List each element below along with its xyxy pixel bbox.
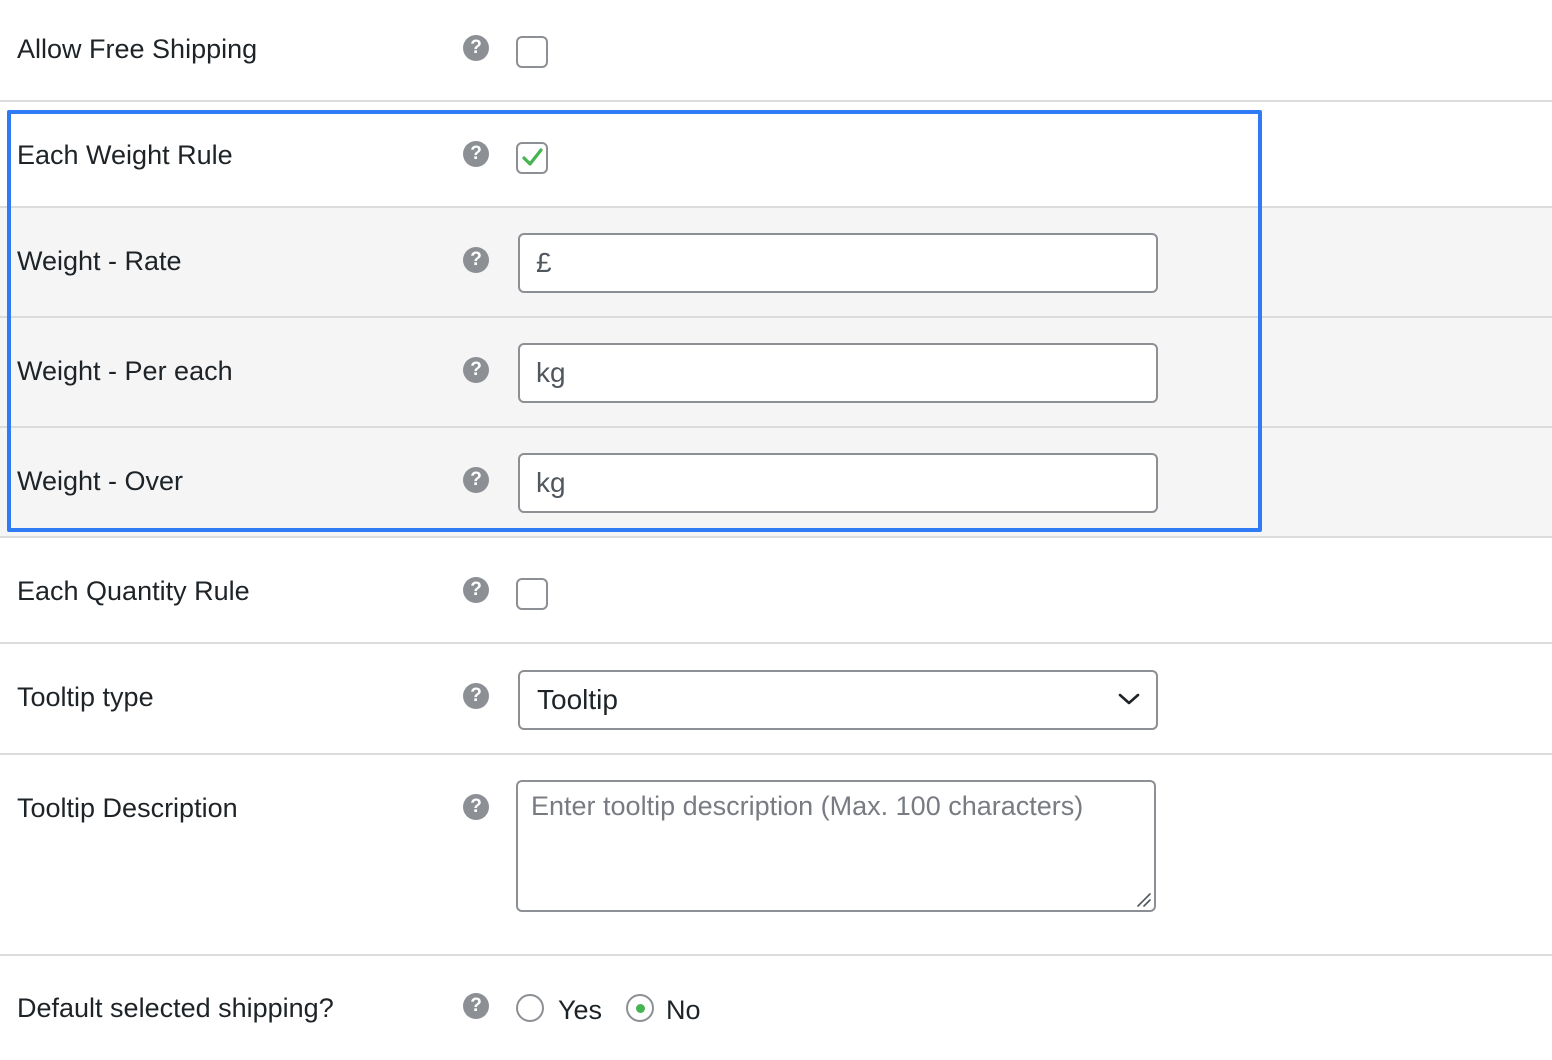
selected-value: Tooltip <box>537 684 618 715</box>
allow-free-shipping-label: Allow Free Shipping <box>17 34 258 64</box>
tooltip-description-textarea[interactable]: Enter tooltip description (Max. 100 char… <box>516 780 1156 912</box>
row-default-selected-shipping: Default selected shipping? ? Yes No <box>0 956 1552 1060</box>
help-icon[interactable]: ? <box>463 683 489 709</box>
weight-per-each-label: Weight - Per each <box>17 356 233 386</box>
each-weight-rule-checkbox[interactable] <box>516 142 548 174</box>
tooltip-type-label: Tooltip type <box>17 682 154 712</box>
help-icon[interactable]: ? <box>463 247 489 273</box>
row-weight-rate: Weight - Rate ? £ <box>0 208 1552 318</box>
radio-no[interactable] <box>626 994 654 1022</box>
row-tooltip-description: Tooltip Description ? Enter tooltip desc… <box>0 755 1552 956</box>
row-allow-free-shipping: Allow Free Shipping ? <box>0 0 1552 102</box>
checkmark-icon <box>522 148 543 166</box>
row-each-quantity-rule: Each Quantity Rule ? <box>0 538 1552 644</box>
help-icon[interactable]: ? <box>463 577 489 603</box>
unit-label: kg <box>536 357 566 388</box>
help-icon[interactable]: ? <box>463 357 489 383</box>
radio-no-label[interactable]: No <box>666 994 701 1026</box>
chevron-down-icon <box>1118 693 1140 705</box>
shipping-settings-form: Allow Free Shipping ? Each Weight Rule ?… <box>0 0 1552 1060</box>
default-selected-shipping-label: Default selected shipping? <box>17 993 334 1023</box>
weight-rate-input[interactable]: £ <box>518 233 1158 293</box>
radio-yes[interactable] <box>516 994 544 1022</box>
weight-rate-label: Weight - Rate <box>17 246 182 276</box>
each-quantity-rule-checkbox[interactable] <box>516 578 548 610</box>
currency-prefix: £ <box>536 247 552 278</box>
help-icon[interactable]: ? <box>463 993 489 1019</box>
row-tooltip-type: Tooltip type ? Tooltip <box>0 644 1552 755</box>
radio-selected-dot <box>636 1004 645 1013</box>
tooltip-description-label: Tooltip Description <box>17 793 238 823</box>
tooltip-type-select[interactable]: Tooltip <box>518 670 1158 730</box>
radio-yes-label[interactable]: Yes <box>558 994 602 1026</box>
weight-over-input[interactable]: kg <box>518 453 1158 513</box>
row-weight-per-each: Weight - Per each ? kg <box>0 318 1552 428</box>
help-icon[interactable]: ? <box>463 35 489 61</box>
weight-per-each-input[interactable]: kg <box>518 343 1158 403</box>
each-quantity-rule-label: Each Quantity Rule <box>17 576 250 606</box>
help-icon[interactable]: ? <box>463 141 489 167</box>
help-icon[interactable]: ? <box>463 467 489 493</box>
help-icon[interactable]: ? <box>463 794 489 820</box>
row-weight-over: Weight - Over ? kg <box>0 428 1552 538</box>
row-each-weight-rule: Each Weight Rule ? <box>0 102 1552 208</box>
weight-over-label: Weight - Over <box>17 466 184 496</box>
allow-free-shipping-checkbox[interactable] <box>516 36 548 68</box>
textarea-placeholder: Enter tooltip description (Max. 100 char… <box>531 791 1084 821</box>
resize-handle-icon[interactable] <box>1134 890 1152 908</box>
each-weight-rule-label: Each Weight Rule <box>17 140 233 170</box>
unit-label: kg <box>536 467 566 498</box>
